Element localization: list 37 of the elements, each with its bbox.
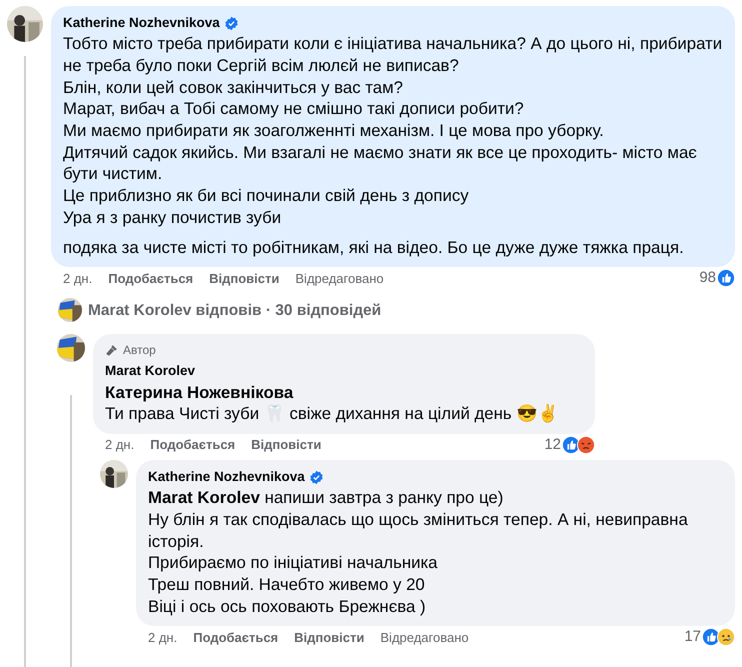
- edited-label: Відредаговано: [295, 270, 384, 288]
- comment-text: Ми маємо прибирати як зоаголженнті механізм. І це мова про уборку.: [63, 120, 605, 142]
- author-label: Автор: [123, 342, 156, 360]
- like-link[interactable]: Подобається: [150, 435, 236, 455]
- timestamp[interactable]: 2 дн.: [105, 435, 134, 455]
- comment-text: Марат, вибач а Тобі самому не смішно такі дописи робити?: [63, 98, 525, 120]
- author-name[interactable]: Katherine Nozhevnikova: [148, 466, 305, 488]
- replies-link[interactable]: Marat Korolev відповів · 30 відповідей: [88, 298, 382, 322]
- reaction-count[interactable]: 12: [544, 434, 561, 456]
- sad-face-icon: [717, 628, 735, 646]
- comment-text: Треш повний. Начебто живемо у 20: [148, 574, 426, 596]
- like-icon: [717, 269, 735, 288]
- reply-link[interactable]: Відповісти: [251, 435, 322, 455]
- author-name[interactable]: Marat Korolev: [105, 361, 196, 382]
- reply-link[interactable]: Відповісти: [294, 628, 364, 648]
- comment-text: Це приблизно як би всі починали свій день з допису: [63, 185, 470, 207]
- comment-text: Блін, коли цей совок закінчиться у вас там?: [63, 76, 404, 98]
- comment-text: Ти права Чисті зуби 🦷 свіже дихання на цілий день 😎✌: [105, 403, 560, 425]
- reaction-count[interactable]: 17: [684, 626, 701, 649]
- like-link[interactable]: Подобається: [108, 268, 194, 288]
- comment-text: Ну блін я так сподівалась що щось зміниться тепер. А ні, невиправна історія.: [148, 508, 689, 552]
- comment-text: Marat Korolev напиши завтра з ранку про це): [148, 487, 504, 509]
- comment-text: Дитячий садок якийсь. Ми взагалі не маємо знати як все це проходить- місто має бути чистим.: [63, 142, 698, 186]
- comment-text: Віці і ось ось поховають Брежнєва ): [148, 596, 427, 618]
- comment-text: Катерина Ножевнікова: [105, 382, 294, 404]
- comment-text: Тобто місто треба прибирати коли є ініціатива начальника? А до цього ні, прибирати не треба було поки Сергій всім люлєй не виписав?: [63, 33, 723, 77]
- edited-label: Відредаговано: [380, 628, 469, 647]
- comment-text: Ура я з ранку почистив зуби: [63, 206, 282, 229]
- reaction-count[interactable]: 98: [699, 267, 716, 290]
- like-link[interactable]: Подобається: [193, 628, 278, 648]
- angry-face-icon: [577, 436, 595, 454]
- author-name[interactable]: Katherine Nozhevnikova: [63, 13, 220, 34]
- timestamp[interactable]: 2 дн.: [63, 268, 92, 288]
- timestamp[interactable]: 2 дн.: [148, 628, 178, 648]
- comment-text: Прибираємо по ініціативі начальника: [148, 552, 439, 574]
- reply-link[interactable]: Відповісти: [209, 268, 280, 288]
- comment-text: подяка за чисте місті то робітникам, які на відео. Бо це дуже дуже тяжка праця.: [63, 236, 685, 258]
